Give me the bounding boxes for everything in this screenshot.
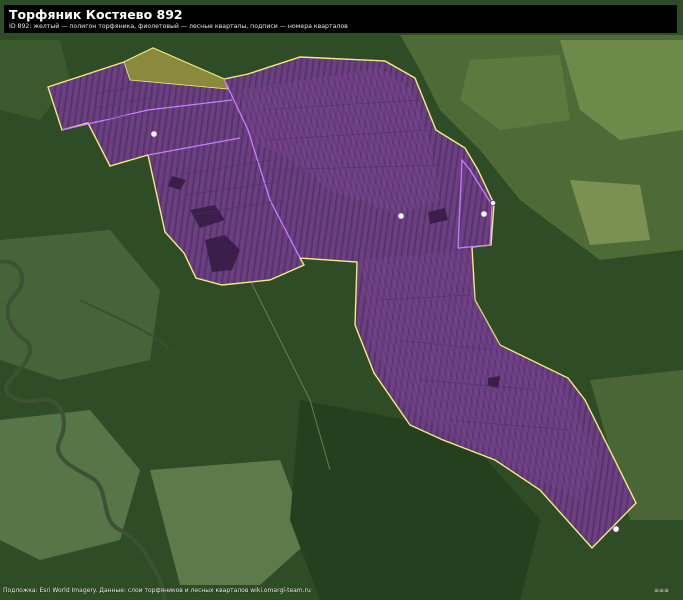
quarter-label[interactable]	[397, 212, 405, 220]
attribution-text: Подложка: Esri World Imagery. Данные: сл…	[3, 587, 311, 594]
quarter-label[interactable]	[489, 199, 496, 206]
map-view[interactable]: Торфяник Костяево 892 ID 892: желтый — п…	[0, 0, 683, 600]
quarter-label[interactable]	[150, 130, 158, 138]
watermark-logo: ≡≡≡	[654, 587, 670, 594]
title-bar: Торфяник Костяево 892 ID 892: желтый — п…	[4, 5, 677, 33]
satellite-basemap	[0, 0, 683, 600]
quarter-label[interactable]	[612, 525, 620, 533]
map-title: Торфяник Костяево 892	[9, 7, 183, 22]
map-legend-text: ID 892: желтый — полигон торфяника, фиол…	[9, 23, 348, 30]
quarter-label[interactable]	[480, 210, 488, 218]
